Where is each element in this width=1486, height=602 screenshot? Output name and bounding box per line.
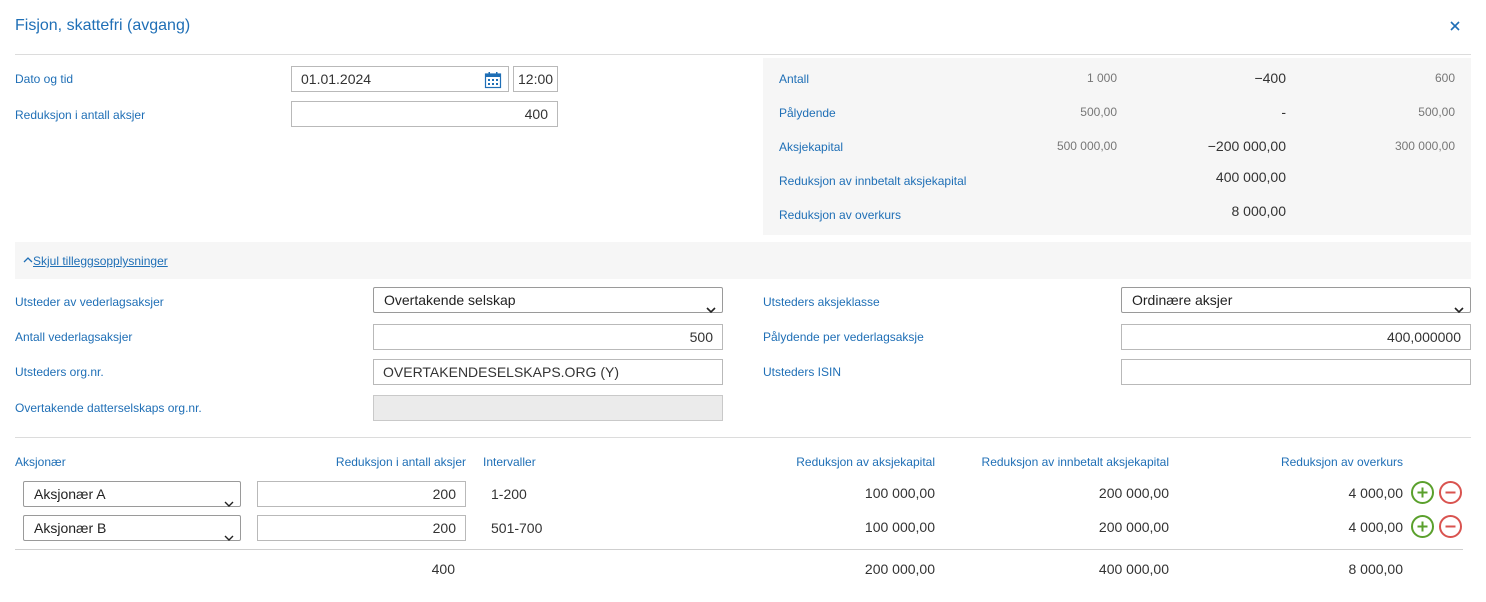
summary-change-innbetalt: 400 000,00 (1215, 169, 1286, 185)
sub-orgnr-input (373, 395, 723, 421)
summary-after-palydende: 500,00 (1418, 105, 1455, 119)
shareholder-value: Aksjonær A (34, 486, 106, 502)
summary-label-aksjekapital: Aksjekapital (779, 140, 844, 154)
row-intervals: 1-200 (491, 486, 527, 502)
chevron-down-icon (1454, 297, 1464, 314)
shareholder-select[interactable]: Aksjonær A (23, 481, 241, 507)
date-input[interactable]: 01.01.2024 (291, 66, 509, 92)
summary-label-overkurs: Reduksjon av overkurs (779, 208, 902, 222)
date-value: 01.01.2024 (301, 71, 372, 87)
th-premium: Reduksjon av overkurs (1280, 455, 1403, 469)
th-intervals: Intervaller (483, 455, 536, 469)
th-capital: Reduksjon av aksjekapital (796, 455, 935, 469)
date-label: Dato og tid (15, 72, 74, 86)
shareholder-select[interactable]: Aksjonær B (23, 515, 241, 541)
shareholder-value: Aksjonær B (34, 520, 107, 536)
totals-divider (15, 549, 1463, 550)
minus-circle-icon[interactable] (1439, 515, 1462, 538)
row-intervals: 501-700 (491, 520, 543, 536)
class-value: Ordinære aksjer (1132, 292, 1233, 308)
summary-change-palydende: - (1281, 104, 1286, 120)
row-reduction-input[interactable]: 200 (257, 481, 466, 507)
chevron-down-icon (224, 491, 234, 507)
class-select[interactable]: Ordinære aksjer (1121, 287, 1471, 314)
issuer-label: Utsteder av vederlagsaksjer (15, 295, 164, 309)
time-input[interactable]: 12:00 (513, 66, 558, 92)
summary-label-palydende: Pålydende (779, 106, 836, 120)
summary-label-antall: Antall (779, 72, 810, 86)
nominal-input[interactable]: 400,000000 (1121, 324, 1471, 350)
row-capital: 100 000,00 (864, 485, 935, 501)
summary-change-antall: −400 (1254, 70, 1286, 86)
dialog-title: Fisjon, skattefri (avgang) (15, 17, 191, 34)
th-reduction: Reduksjon i antall aksjer (335, 455, 466, 469)
calendar-icon[interactable] (484, 71, 502, 89)
orgnr-input[interactable]: OVERTAKENDESELSKAPS.ORG (Y) (373, 359, 723, 385)
summary-change-overkurs: 8 000,00 (1231, 203, 1287, 219)
nominal-label: Pålydende per vederlagsaksje (763, 330, 924, 344)
header-divider (15, 54, 1471, 55)
summary-after-antall: 600 (1434, 71, 1455, 85)
reduction-label: Reduksjon i antall aksjer (15, 108, 146, 122)
summary-label-innbetalt: Reduksjon av innbetalt aksjekapital (779, 174, 967, 188)
count-input[interactable]: 500 (373, 324, 723, 350)
summary-before-palydende: 500,00 (1080, 105, 1117, 119)
chevron-up-icon (23, 253, 33, 263)
summary-panel: Antall 1 000 −400 600 Pålydende 500,00 -… (763, 58, 1471, 235)
summary-before-aksjekapital: 500 000,00 (1056, 139, 1117, 153)
orgnr-label: Utsteders org.nr. (15, 365, 104, 379)
isin-input[interactable] (1121, 359, 1471, 385)
sub-orgnr-label: Overtakende datterselskaps org.nr. (15, 401, 202, 415)
total-capital: 200 000,00 (864, 561, 935, 577)
extra-toggle-label: Skjul tilleggsopplysninger (33, 254, 168, 268)
issuer-select[interactable]: Overtakende selskap (373, 287, 723, 314)
row-premium: 4 000,00 (1348, 485, 1404, 501)
row-paid-in: 200 000,00 (1098, 485, 1169, 501)
table-divider (15, 437, 1471, 438)
isin-label: Utsteders ISIN (763, 365, 842, 379)
plus-circle-icon[interactable] (1411, 481, 1434, 504)
total-paid-in: 400 000,00 (1098, 561, 1169, 577)
summary-after-aksjekapital: 300 000,00 (1394, 139, 1455, 153)
class-label: Utsteders aksjeklasse (763, 295, 880, 309)
th-shareholder: Aksjonær (15, 455, 66, 469)
total-reduction: 400 (431, 561, 455, 577)
chevron-down-icon (224, 525, 234, 541)
row-premium: 4 000,00 (1348, 519, 1404, 535)
extra-toggle-link[interactable]: Skjul tilleggsopplysninger (23, 253, 168, 268)
summary-before-antall: 1 000 (1086, 71, 1117, 85)
extra-toggle-bar: Skjul tilleggsopplysninger (15, 242, 1471, 279)
reduction-input[interactable]: 400 (291, 101, 558, 127)
row-capital: 100 000,00 (864, 519, 935, 535)
plus-circle-icon[interactable] (1411, 515, 1434, 538)
minus-circle-icon[interactable] (1439, 481, 1462, 504)
summary-change-aksjekapital: −200 000,00 (1207, 138, 1286, 154)
close-icon[interactable] (1447, 18, 1463, 34)
chevron-down-icon (706, 297, 716, 314)
th-paid-in: Reduksjon av innbetalt aksjekapital (981, 455, 1169, 469)
row-paid-in: 200 000,00 (1098, 519, 1169, 535)
issuer-value: Overtakende selskap (384, 292, 516, 308)
count-label: Antall vederlagsaksjer (15, 330, 133, 344)
row-reduction-input[interactable]: 200 (257, 515, 466, 541)
total-premium: 8 000,00 (1348, 561, 1404, 577)
